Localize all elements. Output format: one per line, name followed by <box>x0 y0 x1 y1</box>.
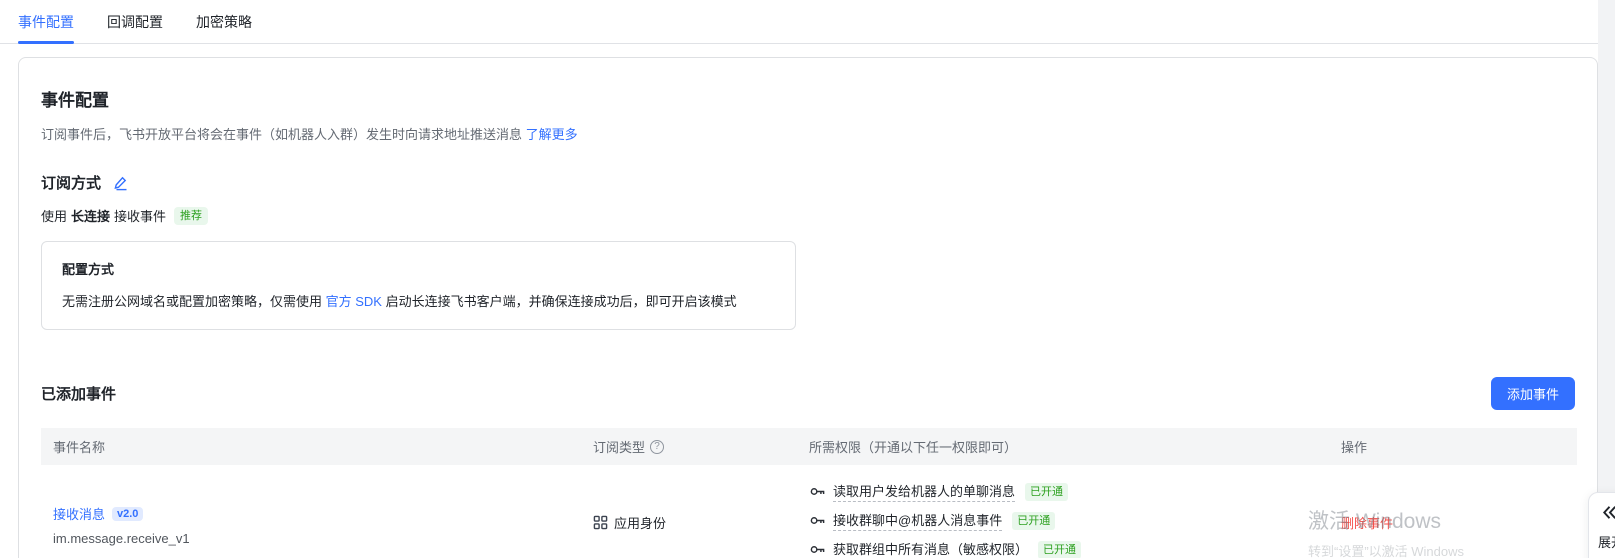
event-config-card: 事件配置 订阅事件后，飞书开放平台将会在事件（如机器人入群）发生时向请求地址推送… <box>18 57 1598 558</box>
page-description-text: 订阅事件后，飞书开放平台将会在事件（如机器人入群）发生时向请求地址推送消息 <box>41 127 523 142</box>
expand-label: 展开 <box>1598 535 1615 550</box>
usage-prefix: 使用 <box>41 209 68 224</box>
table-header-row: 事件名称 订阅类型 ? 所需权限（开通以下任一权限即可） 操作 <box>41 428 1577 465</box>
official-sdk-link[interactable]: 官方 SDK <box>326 294 382 309</box>
usage-mode: 长连接 <box>71 209 111 224</box>
column-header-subscription-type: 订阅类型 ? <box>581 437 797 456</box>
tab-callback-config[interactable]: 回调配置 <box>107 0 163 44</box>
scrollbar-gutter <box>1598 0 1615 558</box>
subscription-type-value: 应用身份 <box>614 516 667 531</box>
events-table: 事件名称 订阅类型 ? 所需权限（开通以下任一权限即可） 操作 接收消息 v2.… <box>41 428 1577 558</box>
permission-item: 获取群组中所有消息（敏感权限） 已开通 <box>809 535 1329 558</box>
tab-encryption-policy[interactable]: 加密策略 <box>196 0 252 44</box>
usage-suffix: 接收事件 <box>114 209 167 224</box>
permission-item: 读取用户发给机器人的单聊消息 已开通 <box>809 477 1329 506</box>
subscription-method-title: 订阅方式 <box>41 175 102 192</box>
permission-label[interactable]: 获取群组中所有消息（敏感权限） <box>833 539 1028 558</box>
tab-bar: 事件配置 回调配置 加密策略 <box>0 0 1615 44</box>
subscription-method-heading: 订阅方式 <box>41 172 1575 193</box>
key-icon <box>809 483 826 500</box>
permission-item: 接收群聊中@机器人消息事件 已开通 <box>809 506 1329 535</box>
permission-status-badge: 已开通 <box>1012 511 1056 530</box>
config-line-suffix: 启动长连接飞书客户端，并确保连接成功后，即可开启该模式 <box>385 294 737 309</box>
permission-label[interactable]: 接收群聊中@机器人消息事件 <box>833 510 1003 531</box>
permission-status-badge: 已开通 <box>1025 482 1069 501</box>
delete-event-button[interactable]: 删除事件 <box>1341 513 1577 532</box>
question-circle-icon[interactable]: ? <box>650 439 665 454</box>
recommended-badge: 推荐 <box>174 206 209 225</box>
actions-cell: 删除事件 <box>1329 465 1577 558</box>
side-panel-expand-handle[interactable]: 展开 <box>1588 492 1615 558</box>
config-line-prefix: 无需注册公网域名或配置加密策略，仅需使用 <box>62 294 323 309</box>
event-id: im.message.receive_v1 <box>53 531 190 546</box>
page-description: 订阅事件后，飞书开放平台将会在事件（如机器人入群）发生时向请求地址推送消息 了解… <box>41 124 1575 143</box>
permission-status-badge: 已开通 <box>1038 540 1082 558</box>
learn-more-link[interactable]: 了解更多 <box>526 127 578 142</box>
subscription-usage-line: 使用 长连接 接收事件 推荐 <box>41 206 1575 225</box>
pencil-edit-icon[interactable] <box>113 175 129 191</box>
event-name-cell: 接收消息 v2.0 im.message.receive_v1 <box>41 465 581 558</box>
tab-event-config[interactable]: 事件配置 <box>18 0 74 44</box>
column-header-actions: 操作 <box>1341 440 1368 455</box>
page-title: 事件配置 <box>41 91 109 110</box>
add-event-button[interactable]: 添加事件 <box>1490 377 1575 410</box>
column-header-event-name: 事件名称 <box>53 440 106 455</box>
config-method-description: 无需注册公网域名或配置加密策略，仅需使用 官方 SDK 启动长连接飞书客户端，并… <box>62 291 775 310</box>
key-icon <box>809 541 826 558</box>
added-events-title: 已添加事件 <box>41 386 117 403</box>
permission-label[interactable]: 读取用户发给机器人的单聊消息 <box>833 481 1016 502</box>
table-row: 接收消息 v2.0 im.message.receive_v1 应用身份 读取用… <box>41 465 1577 558</box>
double-chevron-left-icon <box>1600 503 1615 522</box>
app-grid-icon <box>593 515 608 530</box>
column-header-permissions: 所需权限（开通以下任一权限即可） <box>809 440 1018 455</box>
config-method-box: 配置方式 无需注册公网域名或配置加密策略，仅需使用 官方 SDK 启动长连接飞书… <box>41 241 796 330</box>
permissions-cell: 读取用户发给机器人的单聊消息 已开通 接收群聊中@机器人消息事件 已开通 获取群… <box>797 465 1329 558</box>
config-method-title: 配置方式 <box>62 262 115 277</box>
event-name-link[interactable]: 接收消息 <box>53 504 105 523</box>
version-badge: v2.0 <box>112 506 144 521</box>
added-events-header: 已添加事件 添加事件 <box>41 377 1575 410</box>
subscription-type-cell: 应用身份 <box>581 465 797 558</box>
column-header-subscription-type-label: 订阅类型 <box>593 440 646 455</box>
key-icon <box>809 512 826 529</box>
